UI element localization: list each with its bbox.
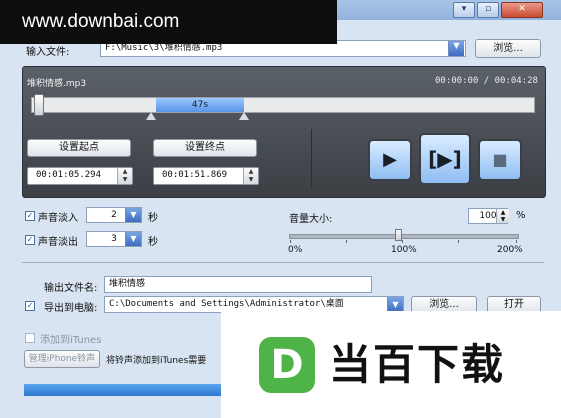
player-panel: 堆积情感.mp3 00:00:00 / 00:04:28 47s 设置起点 设置… [22, 66, 546, 198]
track-name: 堆积情感.mp3 [27, 79, 87, 89]
itunes-label: 添加到iTunes [40, 335, 102, 346]
fade-in-checkbox[interactable]: ✓ [25, 211, 35, 221]
chevron-down-icon: ▼ [130, 234, 137, 243]
fade-in-label: 声音淡入 [38, 213, 78, 224]
manage-iphone-ringtones-button[interactable]: 管理iPhone铃声 [24, 350, 100, 368]
fade-out-checkbox[interactable]: ✓ [25, 235, 35, 245]
play-selection-button[interactable]: [▶] [419, 133, 471, 185]
start-time-value: 00:01:05.294 [36, 170, 102, 180]
maximize-button[interactable]: ▫ [477, 2, 499, 18]
fade-out-dropdown-button[interactable]: ▼ [125, 232, 141, 246]
itunes-checkbox[interactable] [25, 333, 35, 343]
timeline-track[interactable]: 47s [31, 94, 535, 116]
volume-label: 音量大小: [289, 214, 333, 225]
time-display: 00:00:00 / 00:04:28 [435, 76, 538, 86]
play-icon: ▶ [383, 149, 397, 170]
site-logo: D 当百下载 [221, 311, 561, 418]
progress-bar [24, 384, 224, 396]
volume-slider-track[interactable] [289, 234, 519, 239]
volume-slider-handle[interactable] [395, 229, 402, 241]
start-time-spinner[interactable]: ▲ ▼ [117, 168, 132, 184]
slider-tick [290, 240, 291, 243]
input-browse-button[interactable]: 浏览... [475, 39, 541, 58]
end-marker[interactable] [239, 112, 249, 120]
watermark: www.downbai.com [0, 0, 337, 44]
spin-up-icon: ▲ [500, 209, 506, 216]
stop-button[interactable]: ■ [478, 139, 522, 181]
end-time-field[interactable]: 00:01:51.869 ▲ ▼ [153, 167, 259, 185]
play-button[interactable]: ▶ [368, 139, 412, 181]
spin-down-icon: ▼ [122, 176, 128, 183]
fade-in-dropdown-button[interactable]: ▼ [125, 208, 141, 222]
set-end-button[interactable]: 设置终点 [153, 139, 257, 157]
set-start-button[interactable]: 设置起点 [27, 139, 131, 157]
end-time-spinner[interactable]: ▲ ▼ [243, 168, 258, 184]
slider-tick [458, 240, 459, 243]
spin-down-icon: ▼ [248, 176, 254, 183]
chevron-down-icon: ▼ [130, 210, 137, 219]
chevron-down-icon: ▼ [453, 41, 460, 50]
play-selection-icon: [▶] [428, 147, 462, 171]
start-marker[interactable] [146, 112, 156, 120]
input-file-dropdown-button[interactable]: ▼ [448, 41, 464, 56]
spin-down-icon: ▼ [500, 216, 506, 223]
volume-tick-min: 0% [288, 245, 303, 255]
volume-value: 100 [479, 211, 497, 221]
panel-divider [311, 129, 312, 187]
export-pc-checkbox[interactable]: ✓ [25, 301, 35, 311]
fade-out-unit: 秒 [148, 237, 158, 248]
slider-tick [346, 240, 347, 243]
export-pc-label: 导出到电脑: [44, 303, 98, 314]
fade-out-value: 3 [111, 234, 117, 244]
selection-range[interactable]: 47s [156, 98, 244, 112]
fade-out-label: 声音淡出 [38, 237, 78, 248]
volume-tick-mid: 100% [391, 245, 417, 255]
output-filename-label: 输出文件名: [44, 283, 98, 294]
spin-up-icon: ▲ [122, 168, 128, 175]
itunes-note: 将铃声添加到iTunes需要 [106, 356, 207, 366]
stop-icon: ■ [492, 150, 508, 169]
minimize-button[interactable]: ▾ [453, 2, 475, 18]
spin-up-icon: ▲ [248, 168, 254, 175]
playhead-handle[interactable] [34, 94, 44, 116]
fade-in-unit: 秒 [148, 213, 158, 224]
end-time-value: 00:01:51.869 [162, 170, 228, 180]
app-window: ▾ ▫ ✕ 输入文件: F:\Music\3\堆积情感.mp3 ▼ 浏览... … [0, 0, 561, 418]
chevron-down-icon: ▼ [392, 300, 399, 309]
volume-unit: % [516, 210, 526, 221]
output-filename-field[interactable]: 堆积情感 [104, 276, 372, 293]
section-divider [22, 262, 544, 263]
fade-in-value: 2 [111, 210, 117, 220]
input-file-label: 输入文件: [26, 47, 70, 58]
slider-tick [402, 240, 403, 243]
volume-tick-max: 200% [497, 245, 523, 255]
close-button[interactable]: ✕ [501, 2, 543, 18]
slider-tick [516, 240, 517, 243]
export-path-dropdown-button[interactable]: ▼ [387, 297, 403, 312]
logo-text: 当百下载 [329, 340, 506, 389]
logo-mark: D [259, 337, 315, 393]
volume-spinner[interactable]: ▲ ▼ [496, 209, 509, 223]
start-time-field[interactable]: 00:01:05.294 ▲ ▼ [27, 167, 133, 185]
